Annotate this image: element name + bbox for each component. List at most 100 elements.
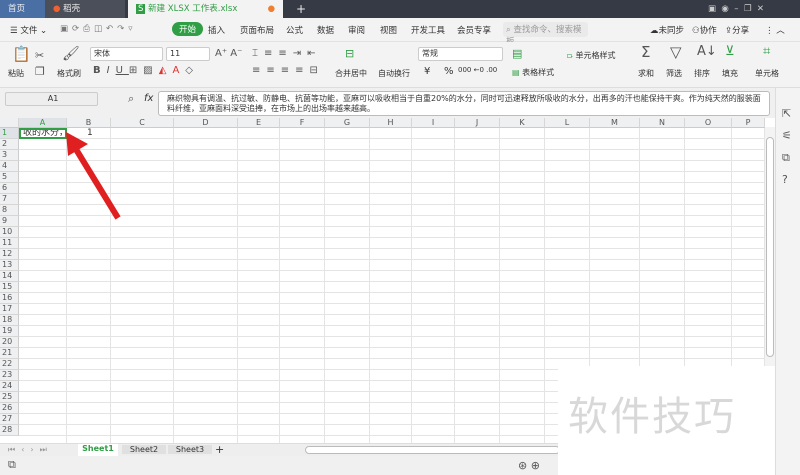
horizontal-scrollbar[interactable]: [305, 446, 560, 454]
currency-button[interactable]: ¥: [424, 66, 430, 77]
row-header-11[interactable]: 11: [0, 238, 19, 249]
menu-tab-member[interactable]: 会员专享: [457, 24, 491, 36]
brush-icon[interactable]: 🖌: [62, 47, 80, 61]
row-header-12[interactable]: 12: [0, 249, 19, 260]
collab-button[interactable]: ⚇协作: [692, 24, 717, 36]
row-header-22[interactable]: 22: [0, 359, 19, 370]
row-header-21[interactable]: 21: [0, 348, 19, 359]
column-header-D[interactable]: D: [174, 118, 238, 128]
quick-access-icons[interactable]: ▣⟳⎙◫↶↷▿: [60, 24, 137, 34]
align-icons[interactable]: ⌶≡≡⇥⇤: [252, 48, 322, 60]
row-header-25[interactable]: 25: [0, 392, 19, 403]
row-header-8[interactable]: 8: [0, 205, 19, 216]
menu-tab-review[interactable]: 审阅: [348, 24, 365, 36]
settings-sliders-icon[interactable]: ⚟: [782, 130, 792, 142]
cell-style-button[interactable]: ⟥ 单元格样式: [567, 50, 615, 61]
font-select[interactable]: 宋体: [90, 47, 163, 61]
row-header-14[interactable]: 14: [0, 271, 19, 282]
row-header-13[interactable]: 13: [0, 260, 19, 271]
row-header-3[interactable]: 3: [0, 150, 19, 161]
column-header-M[interactable]: M: [590, 118, 640, 128]
row-header-16[interactable]: 16: [0, 293, 19, 304]
filter-icon[interactable]: ▽: [670, 45, 682, 60]
fill-icon[interactable]: ⊻: [725, 45, 735, 58]
column-header-P[interactable]: P: [732, 118, 765, 128]
file-menu[interactable]: ☰ 文件 ⌄: [10, 24, 47, 36]
column-header-L[interactable]: L: [545, 118, 590, 128]
menu-tab-view[interactable]: 视图: [380, 24, 397, 36]
column-header-I[interactable]: I: [412, 118, 455, 128]
row-header-4[interactable]: 4: [0, 161, 19, 172]
percent-button[interactable]: %: [444, 66, 454, 77]
shape-icon[interactable]: ⧉: [782, 152, 790, 164]
row-header-24[interactable]: 24: [0, 381, 19, 392]
column-header-H[interactable]: H: [370, 118, 412, 128]
share-button[interactable]: ⇪分享: [725, 24, 749, 36]
fx-button[interactable]: fx: [144, 93, 153, 104]
row-header-5[interactable]: 5: [0, 172, 19, 183]
row-header-18[interactable]: 18: [0, 315, 19, 326]
menu-tab-layout[interactable]: 页面布局: [240, 24, 274, 36]
help-icon[interactable]: ?: [782, 174, 788, 186]
row-header-17[interactable]: 17: [0, 304, 19, 315]
row-header-1[interactable]: 1: [0, 128, 19, 139]
paste-icon[interactable]: 📋: [12, 47, 31, 62]
table-style-button[interactable]: ▤ 表格样式: [512, 67, 554, 78]
font-size-select[interactable]: 11: [166, 47, 210, 61]
column-header-G[interactable]: G: [325, 118, 370, 128]
menu-tab-formula[interactable]: 公式: [286, 24, 303, 36]
sheet-tab-1[interactable]: Sheet1: [78, 444, 118, 456]
column-header-O[interactable]: O: [685, 118, 732, 128]
column-header-E[interactable]: E: [238, 118, 280, 128]
more-collapse-icons[interactable]: ⋮ ︿: [765, 24, 785, 36]
view-mode-icons[interactable]: ⊛ ⊕: [518, 460, 540, 472]
column-header-N[interactable]: N: [640, 118, 685, 128]
merge-center-button[interactable]: 合并居中: [335, 68, 367, 79]
add-sheet-button[interactable]: +: [215, 443, 224, 456]
sheet-tab-2[interactable]: Sheet2: [122, 445, 166, 454]
halign-icons[interactable]: ≡≡≡≡⊟: [252, 65, 324, 77]
tab-docer[interactable]: ● 稻壳: [45, 0, 125, 18]
tab-home[interactable]: 首页: [0, 0, 45, 18]
column-header-F[interactable]: F: [280, 118, 325, 128]
new-tab-button[interactable]: +: [288, 0, 306, 18]
row-header-23[interactable]: 23: [0, 370, 19, 381]
sum-icon[interactable]: Σ: [641, 45, 650, 60]
window-controls[interactable]: ▣ ◉ – ❐ ✕: [700, 0, 764, 18]
row-header-10[interactable]: 10: [0, 227, 19, 238]
wrap-text-button[interactable]: 自动换行: [378, 68, 410, 79]
formula-input[interactable]: 麻织物具有调温、抗过敏、防静电、抗菌等功能，亚麻可以吸收相当于自重20%的水分，…: [158, 91, 770, 116]
number-format-select[interactable]: 常规: [418, 47, 503, 61]
column-header-J[interactable]: J: [455, 118, 500, 128]
row-header-9[interactable]: 9: [0, 216, 19, 227]
copy-icon[interactable]: ❐: [35, 66, 45, 78]
column-header-K[interactable]: K: [500, 118, 545, 128]
sheet-nav-icons[interactable]: ⏮‹›⏭: [8, 445, 53, 455]
merge-icon[interactable]: ⊟: [345, 48, 354, 60]
format-painter-button[interactable]: 格式刷: [57, 68, 81, 79]
filter-button[interactable]: 筛选: [666, 68, 682, 79]
search-command-input[interactable]: ⌕ 查找命令、搜索模板: [503, 22, 588, 47]
fill-button[interactable]: 填充: [722, 68, 738, 79]
row-header-2[interactable]: 2: [0, 139, 19, 150]
sort-button[interactable]: 排序: [694, 68, 710, 79]
macro-icon[interactable]: ⧉: [8, 459, 16, 471]
pointer-icon[interactable]: ⇱: [782, 108, 791, 120]
zoom-find-icon[interactable]: ⌕: [128, 93, 134, 105]
tab-workbook[interactable]: S 新建 XLSX 工作表.xlsx ●: [128, 0, 283, 18]
column-header-B[interactable]: B: [67, 118, 111, 128]
sheet-tab-3[interactable]: Sheet3: [168, 445, 212, 454]
menu-tab-start[interactable]: 开始: [172, 22, 204, 36]
paste-button[interactable]: 粘贴: [8, 68, 24, 79]
row-header-7[interactable]: 7: [0, 194, 19, 205]
font-grow-shrink-icons[interactable]: A⁺ A⁻: [215, 48, 242, 60]
sort-icon[interactable]: A↓: [697, 45, 717, 58]
menu-tab-developer[interactable]: 开发工具: [411, 24, 445, 36]
cell-button[interactable]: 单元格: [755, 68, 779, 79]
font-style-icons[interactable]: BIU⊞▨◭A◇: [93, 65, 199, 77]
row-header-27[interactable]: 27: [0, 414, 19, 425]
cut-icon[interactable]: ✂: [35, 50, 44, 62]
cell-icon[interactable]: ⌗: [763, 45, 770, 58]
menu-tab-data[interactable]: 数据: [317, 24, 334, 36]
column-header-C[interactable]: C: [111, 118, 174, 128]
